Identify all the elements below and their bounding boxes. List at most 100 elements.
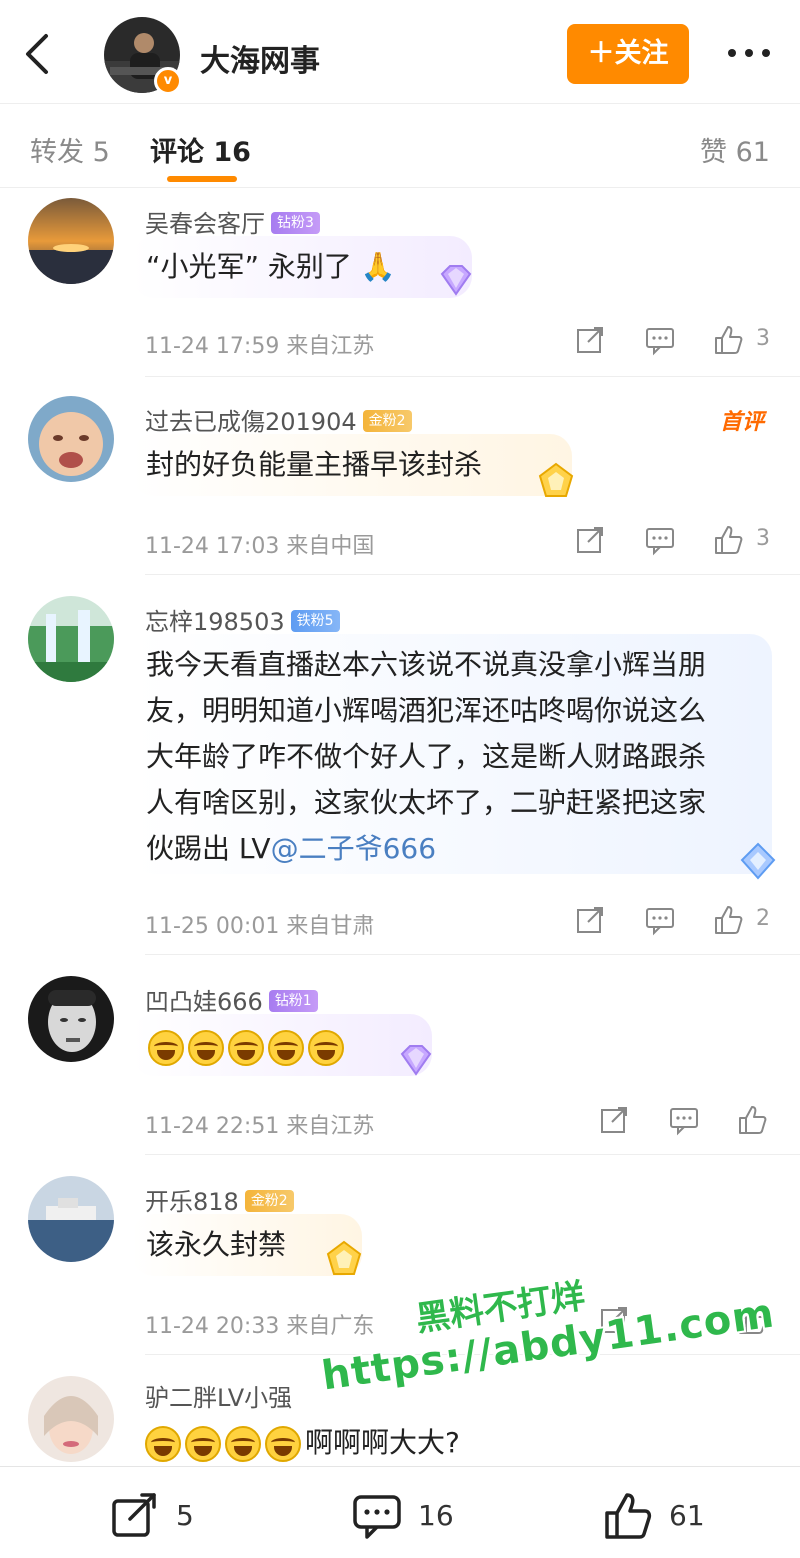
commenter-name-text[interactable]: 吴春会客厅 [145,210,265,238]
comment-line: 人有啥区别，这家伙太坏了，二驴赶紧把这家 [146,786,707,819]
laugh-cry-emoji-icon [145,1426,181,1462]
reply-icon[interactable] [644,324,676,356]
laugh-cry-emoji-icon [188,1030,224,1066]
diamond-gem-icon [400,1045,432,1076]
mention-link[interactable]: @二子爷666 [271,832,436,865]
comment-line: 伙踢出 LV@二子爷666 [146,826,758,872]
commenter-avatar[interactable] [28,396,114,482]
comment-divider [145,376,800,377]
comment-meta: 11-24 20:33 来自广东 [145,1308,374,1340]
reply-icon[interactable] [644,904,676,936]
comment-bubble: 封的好负能量主播早该封杀 [132,434,572,496]
comment-text: 我今天看直播赵本六该说不说真没拿小辉当朋 友，明明知道小辉喝酒犯浑还咕咚喝你说这… [146,642,758,872]
comment-actions: 3 [574,324,784,360]
comment-location: 来自江苏 [286,1114,375,1139]
tab-like[interactable]: 赞 61 [700,130,770,169]
comment-line: 友，明明知道小辉喝酒犯浑还咕咚喝你说这么 [146,694,707,727]
like-count: 3 [756,326,770,351]
comment-line-text: 伙踢出 LV [146,832,271,865]
commenter-avatar[interactable] [28,1376,114,1462]
thumbs-up-icon [605,1493,652,1539]
commenter-name[interactable]: 吴春会客厅 钻粉3 [145,204,320,239]
repost-count: 5 [176,1499,194,1532]
tab-comment[interactable]: 评论 16 [150,130,251,169]
share-icon[interactable] [574,904,606,936]
laugh-cry-emoji-icon [268,1030,304,1066]
laugh-cry-emoji-icon [225,1426,261,1462]
laugh-cry-emoji-icon [265,1426,301,1462]
comment-text: 封的好负能量主播早该封杀 [146,448,483,481]
share-icon[interactable] [574,324,606,356]
commenter-name-text[interactable]: 驴二胖LV小强 [145,1384,292,1412]
commenter-avatar[interactable] [28,1176,114,1262]
like-count-total: 61 [669,1499,705,1532]
commenter-avatar[interactable] [28,198,114,284]
emoji-row [148,1024,420,1070]
like-count: 3 [756,526,770,551]
commenter-avatar[interactable] [28,596,114,682]
account-avatar[interactable]: v [104,17,186,99]
commenter-name[interactable]: 凹凸娃666 钻粉1 [145,982,318,1017]
share-icon[interactable] [598,1104,630,1136]
comment-divider [145,1154,800,1155]
fan-badge: 金粉2 [244,1190,294,1212]
commenter-name[interactable]: 过去已成傷201904 金粉2 [145,402,412,437]
top-bar: v 大海网事 ＋关注 [0,0,800,104]
active-tab-indicator [167,176,237,182]
laugh-cry-emoji-icon [185,1426,221,1462]
comment-time: 11-24 17:59 [145,334,280,359]
comment-meta: 11-24 17:59 来自江苏 [145,328,374,360]
thumbs-up-icon[interactable] [712,904,744,936]
commenter-name-text[interactable]: 过去已成傷201904 [145,408,357,436]
commenter-name[interactable]: 忘梓198503 铁粉5 [145,602,340,637]
comment-time: 11-24 17:03 [145,534,280,559]
commenter-name-text[interactable]: 开乐818 [145,1188,239,1216]
like-count: 2 [756,906,770,931]
comment-meta: 11-24 22:51 来自江苏 [145,1108,374,1140]
laugh-cry-emoji-icon [148,1030,184,1066]
tab-bar: 转发 5 评论 16 赞 61 [0,104,800,188]
more-dots-icon[interactable] [724,38,774,68]
thumbs-up-icon[interactable] [712,324,744,356]
laugh-cry-emoji-icon [308,1030,344,1066]
comment-location: 来自江苏 [286,334,375,359]
bottom-action-bar: 5 16 61 [0,1466,800,1558]
fan-badge: 钻粉3 [271,212,320,234]
comment-divider [145,954,800,955]
comment-line: 我今天看直播赵本六该说不说真没拿小辉当朋 [146,648,707,681]
comment-actions: 3 [574,524,784,560]
commenter-name[interactable]: 驴二胖LV小强 [145,1378,292,1413]
comment-bubble: 我今天看直播赵本六该说不说真没拿小辉当朋 友，明明知道小辉喝酒犯浑还咕咚喝你说这… [132,634,772,874]
follow-button[interactable]: ＋关注 [567,24,689,84]
commenter-name-text[interactable]: 忘梓198503 [145,608,285,636]
commenter-avatar[interactable] [28,976,114,1062]
comment-count: 16 [418,1499,454,1532]
first-comment-tag: 首评 [720,410,765,435]
comment-location: 来自中国 [286,534,375,559]
comment-text: “小光军” 永别了 🙏 [146,250,396,283]
comment-text-body: 啊啊啊大大? [305,1426,460,1459]
comment-text: 该永久封禁 [146,1228,287,1261]
comment-line: 大年龄了咋不做个好人了，这是断人财路跟杀 [146,740,707,773]
account-name[interactable]: 大海网事 [200,36,320,80]
comment-text: 啊啊啊大大? [145,1420,460,1466]
commenter-name-text[interactable]: 凹凸娃666 [145,988,263,1016]
comment-time: 11-24 22:51 [145,1114,280,1139]
diamond-gem-icon [740,842,776,880]
thumbs-up-icon[interactable] [736,1104,768,1136]
back-arrow-icon[interactable] [18,30,58,78]
repost-icon [112,1493,156,1537]
thumbs-up-icon[interactable] [712,524,744,556]
reply-icon[interactable] [668,1104,700,1136]
fan-badge: 铁粉5 [290,610,340,632]
comment-actions [598,1104,778,1140]
comment-location: 来自甘肃 [286,914,375,939]
share-icon[interactable] [574,524,606,556]
tab-repost[interactable]: 转发 5 [30,130,110,169]
reply-icon[interactable] [644,524,676,556]
laugh-cry-emoji-icon [228,1030,264,1066]
comment-bubble-icon [353,1495,401,1539]
commenter-name[interactable]: 开乐818 金粉2 [145,1182,294,1217]
comment-bubble: “小光军” 永别了 🙏 [132,236,472,298]
fan-badge: 金粉2 [362,410,412,432]
